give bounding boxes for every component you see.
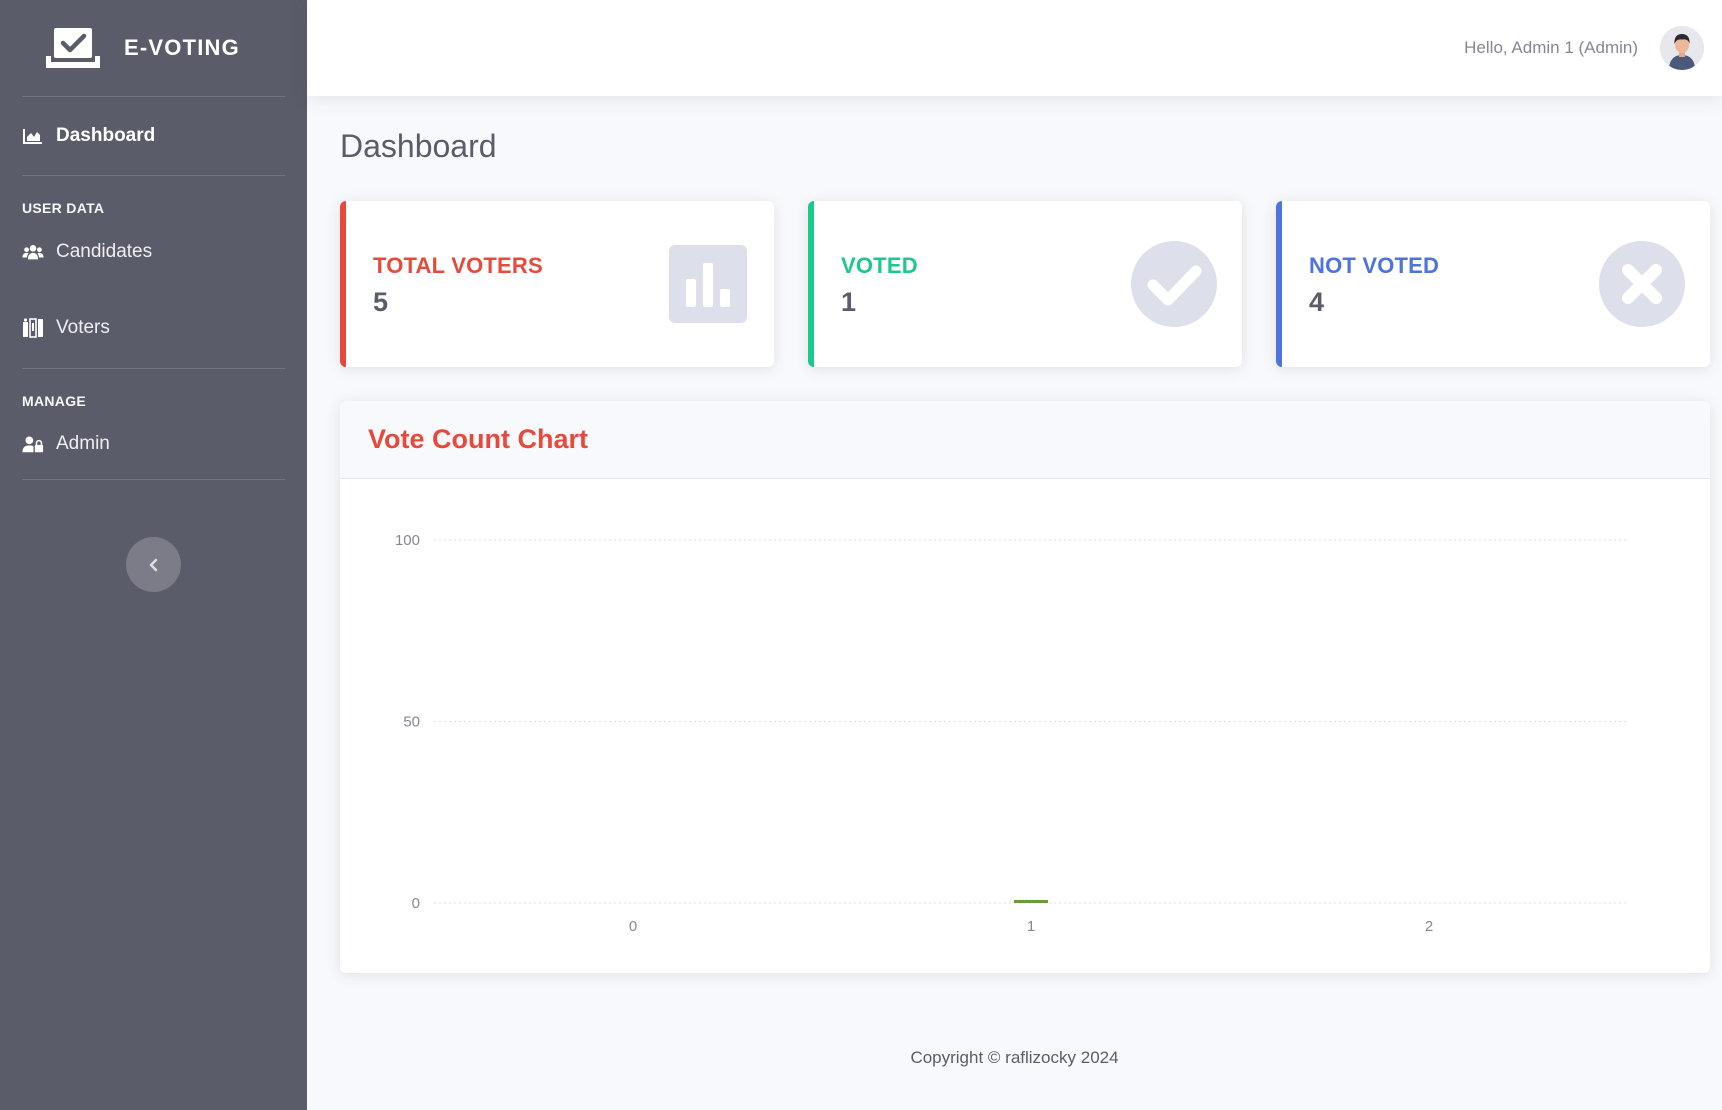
sidebar-item-admin[interactable]: Admin	[0, 409, 307, 479]
users-icon	[22, 242, 44, 262]
brand[interactable]: E-VOTING	[0, 0, 307, 96]
y-tick-label: 0	[412, 895, 420, 912]
sidebar-divider	[22, 368, 285, 369]
stat-value: 4	[1309, 287, 1325, 317]
chart-bar[interactable]	[1014, 900, 1048, 903]
y-tick-label: 100	[395, 532, 420, 549]
chart-title: Vote Count Chart	[368, 424, 588, 454]
y-tick-label: 50	[403, 714, 420, 731]
sidebar-item-voters[interactable]: Voters	[0, 288, 307, 368]
stat-card-voted: VOTED 1	[808, 201, 1242, 367]
times-circle-icon	[1599, 241, 1685, 327]
brand-name: E-VOTING	[124, 35, 240, 60]
area-chart-icon	[22, 126, 44, 146]
page-title: Dashboard	[340, 128, 497, 164]
stat-card-not-voted: NOT VOTED 4	[1276, 201, 1710, 367]
avatar[interactable]	[1660, 26, 1704, 70]
chevron-left-icon	[149, 558, 157, 571]
bar-chart-icon	[669, 245, 747, 323]
stat-label: TOTAL VOTERS	[373, 253, 543, 278]
sidebar-item-candidates[interactable]: Candidates	[0, 216, 307, 288]
sidebar-heading-manage: MANAGE	[22, 393, 87, 409]
x-tick-label: 1	[1027, 918, 1035, 935]
user-avatar-icon	[1660, 26, 1704, 70]
footer-copyright: Copyright © raflizocky 2024	[910, 1048, 1119, 1067]
sidebar-divider	[22, 175, 285, 176]
sidebar-toggle-button[interactable]	[126, 537, 181, 592]
sidebar: E-VOTING Dashboard USER DATA Candidates	[0, 0, 307, 1110]
stat-value: 5	[373, 287, 389, 317]
stat-label: NOT VOTED	[1309, 253, 1440, 278]
stat-card-total-voters: TOTAL VOTERS 5	[340, 201, 774, 367]
topbar: Hello, Admin 1 (Admin)	[307, 0, 1722, 96]
sidebar-item-dashboard[interactable]: Dashboard	[0, 97, 307, 175]
sidebar-item-label: Dashboard	[56, 125, 156, 146]
stat-label: VOTED	[841, 253, 918, 278]
stat-value: 1	[841, 287, 857, 317]
person-booth-icon	[22, 318, 44, 338]
ballot-box-icon	[46, 28, 100, 68]
user-greeting[interactable]: Hello, Admin 1 (Admin)	[1464, 38, 1638, 58]
user-lock-icon	[22, 434, 44, 454]
sidebar-item-label: Voters	[56, 317, 110, 338]
x-tick-label: 2	[1425, 918, 1433, 935]
sidebar-divider	[22, 479, 285, 480]
vote-count-chart-card: Vote Count Chart 0 50 100 0 1 2	[340, 401, 1710, 973]
chart-card-header: Vote Count Chart	[340, 401, 1710, 479]
sidebar-heading-user-data: USER DATA	[22, 200, 105, 216]
vote-count-chart: 0 50 100 0 1 2	[395, 532, 1628, 935]
sidebar-item-label: Admin	[56, 433, 110, 454]
x-tick-label: 0	[629, 918, 637, 935]
sidebar-item-label: Candidates	[56, 241, 153, 262]
check-circle-icon	[1131, 241, 1217, 327]
